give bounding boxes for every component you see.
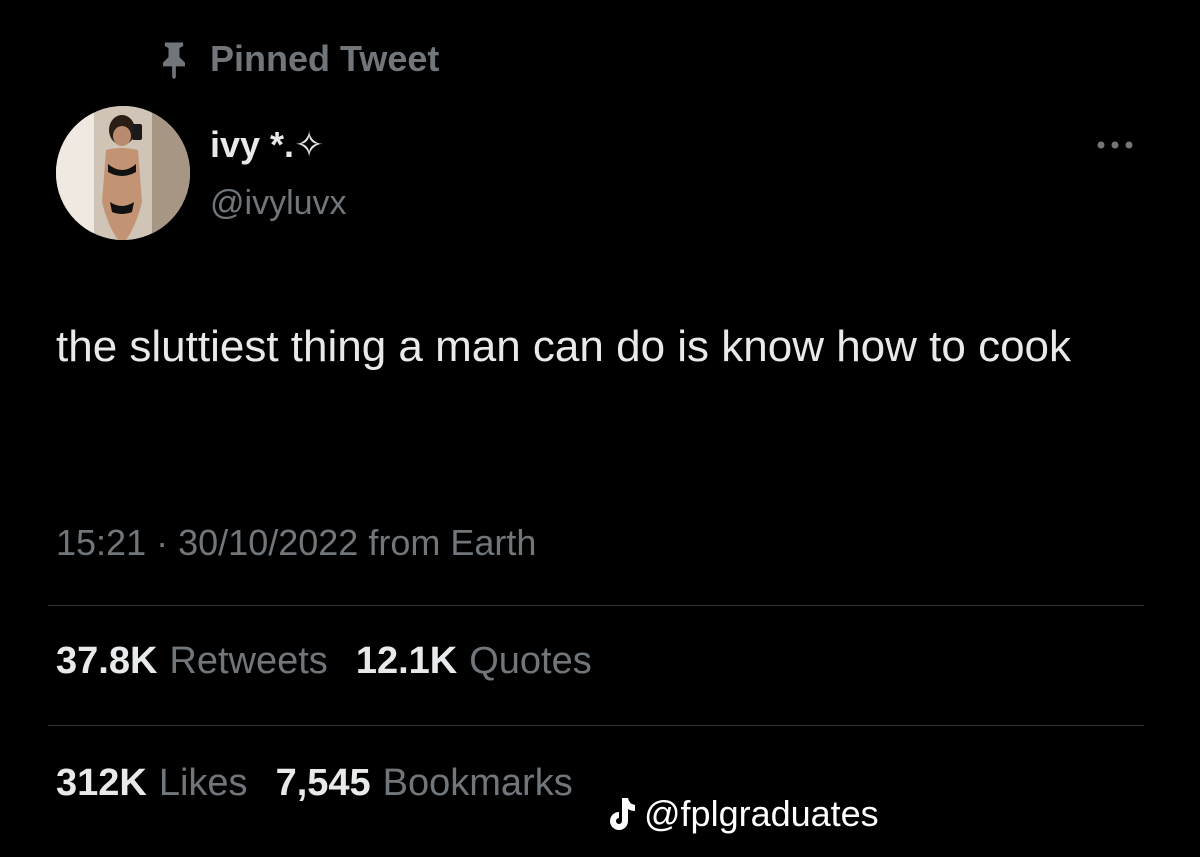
tweet-text: the sluttiest thing a man can do is know…: [56, 322, 1072, 371]
retweets-count: 37.8K: [56, 640, 158, 682]
tweet-detail-view: Pinned Tweet ivy *.✧ @ivyluvx the slutti…: [0, 0, 1200, 857]
likes-stat[interactable]: 312K Likes: [56, 762, 248, 805]
quotes-label: Quotes: [469, 640, 592, 682]
tiktok-logo-icon: [610, 798, 635, 830]
quotes-count: 12.1K: [355, 640, 458, 682]
tweet-source: from Earth: [368, 522, 537, 563]
pinned-tweet-header: Pinned Tweet: [152, 36, 439, 82]
pin-icon: [163, 42, 185, 80]
engagement-stats-row: 312K Likes 7,545 Bookmarks: [56, 762, 601, 805]
quotes-stat[interactable]: 12.1K Quotes: [356, 640, 592, 683]
tweet-date[interactable]: 30/10/2022: [178, 522, 358, 563]
watermark-text: @fplgraduates: [644, 793, 879, 834]
more-options-icon[interactable]: [1092, 134, 1138, 156]
retweets-stat[interactable]: 37.8K Retweets: [56, 640, 328, 683]
bookmarks-count: 7,545: [275, 762, 371, 804]
avatar[interactable]: [56, 106, 190, 240]
watermark: @fplgraduates: [604, 790, 879, 838]
pinned-label: Pinned Tweet: [210, 38, 440, 79]
profile-photo: [56, 106, 190, 240]
divider: [48, 605, 1144, 606]
divider: [48, 725, 1144, 726]
bookmarks-stat[interactable]: 7,545 Bookmarks: [276, 762, 573, 805]
author-handle[interactable]: @ivyluvx: [210, 184, 347, 223]
tweet-metadata: 15:21 · 30/10/2022 from Earth: [56, 522, 536, 564]
bookmarks-label: Bookmarks: [382, 762, 573, 804]
retweets-label: Retweets: [169, 640, 328, 682]
likes-count: 312K: [56, 762, 147, 804]
meta-separator: ·: [156, 522, 169, 563]
author-display-name[interactable]: ivy *.✧: [210, 124, 324, 166]
likes-label: Likes: [158, 762, 248, 804]
tweet-time[interactable]: 15:21: [56, 522, 146, 563]
engagement-stats-row: 37.8K Retweets 12.1K Quotes: [56, 640, 620, 683]
